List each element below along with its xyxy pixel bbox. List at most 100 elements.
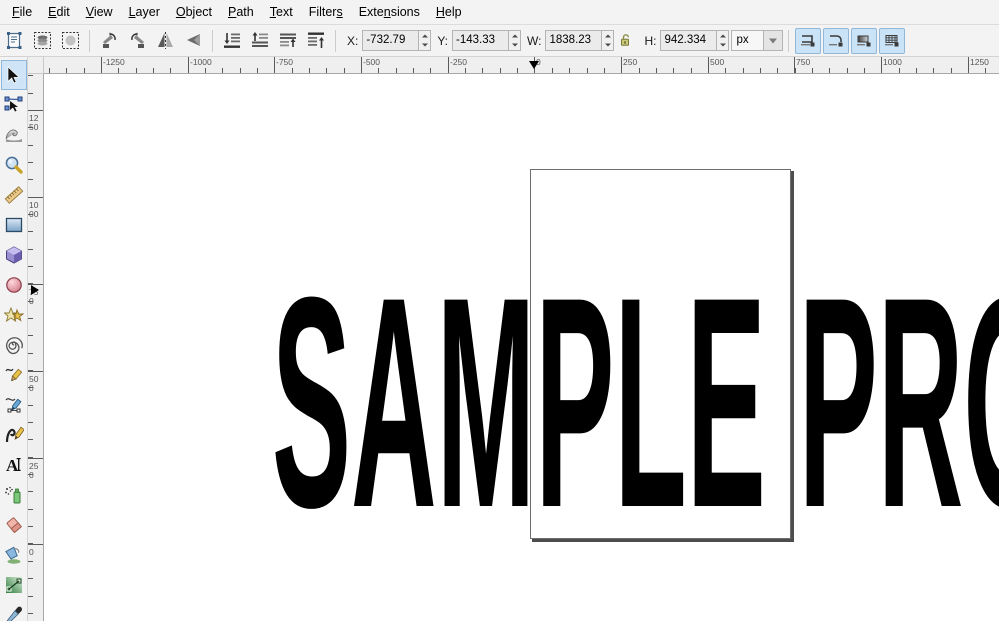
x-field-stepper[interactable] <box>418 30 432 51</box>
menu-item-edit[interactable]: Edit <box>40 1 78 23</box>
menu-item-layer[interactable]: Layer <box>121 1 168 23</box>
ruler-tick <box>28 162 33 163</box>
ruler-tick-major <box>28 544 43 545</box>
pencil-tool[interactable] <box>1 360 27 390</box>
zoom-tool[interactable] <box>1 150 27 180</box>
menu-bar: File Edit View Layer Object Path Text Filters Ex… <box>0 0 999 25</box>
w-field[interactable]: 1838.23 <box>545 30 615 51</box>
y-field-value[interactable]: -143.33 <box>452 30 509 51</box>
scale-rounded-corners-icon[interactable] <box>823 27 850 54</box>
ruler-label: 1000 <box>29 200 39 219</box>
ruler-tick <box>552 68 553 73</box>
select-all-icon[interactable] <box>1 28 27 54</box>
spiral-tool[interactable] <box>1 330 27 360</box>
menu-item-view[interactable]: View <box>78 1 121 23</box>
node-tool[interactable] <box>1 90 27 120</box>
menu-item-object[interactable]: Object <box>168 1 220 23</box>
menu-item-filters[interactable]: Filters <box>301 1 351 23</box>
text-tool[interactable]: A <box>1 450 27 480</box>
ruler-label: 0 <box>29 547 34 557</box>
eraser-tool[interactable] <box>1 510 27 540</box>
menu-item-text[interactable]: Text <box>262 1 301 23</box>
ruler-tick <box>933 68 934 73</box>
ruler-tick <box>396 68 397 73</box>
ruler-tick <box>656 68 657 73</box>
menu-item-path[interactable]: Path <box>220 1 262 23</box>
box3d-tool[interactable] <box>1 240 27 270</box>
flip-vertical-icon[interactable] <box>180 28 206 54</box>
select-all-layers-icon[interactable] <box>29 28 55 54</box>
ruler-tick <box>28 266 33 267</box>
ruler-tick <box>257 68 258 73</box>
ruler-label: 1250 <box>970 57 989 67</box>
chevron-down-icon[interactable] <box>763 30 784 51</box>
rotate-ccw-icon[interactable] <box>96 28 122 54</box>
dropper-tool[interactable] <box>1 600 27 621</box>
y-field[interactable]: -143.33 <box>452 30 522 51</box>
raise-to-top-icon[interactable] <box>303 28 329 54</box>
ruler-tick-major <box>28 458 43 459</box>
h-field-value[interactable]: 942.334 <box>660 30 717 51</box>
ruler-tick <box>951 68 952 73</box>
ruler-tick <box>777 68 778 73</box>
ruler-tick <box>28 439 33 440</box>
ruler-tick <box>413 68 414 73</box>
h-field-stepper[interactable] <box>716 30 730 51</box>
ruler-tick <box>847 68 848 73</box>
move-gradients-icon[interactable] <box>851 27 878 54</box>
w-field-value[interactable]: 1838.23 <box>545 30 602 51</box>
lower-to-bottom-icon[interactable] <box>219 28 245 54</box>
toolbar-separator <box>89 29 90 52</box>
lower-icon[interactable] <box>247 28 273 54</box>
spray-tool[interactable] <box>1 480 27 510</box>
ellipse-tool[interactable] <box>1 270 27 300</box>
menu-item-extensions[interactable]: Extensions <box>351 1 428 23</box>
x-field-value[interactable]: -732.79 <box>362 30 419 51</box>
w-field-stepper[interactable] <box>601 30 615 51</box>
tweak-tool[interactable] <box>1 120 27 150</box>
menu-item-help[interactable]: Help <box>428 1 470 23</box>
ruler-tick <box>28 561 33 562</box>
toolbar-separator <box>335 29 336 52</box>
bucket-tool[interactable] <box>1 540 27 570</box>
scale-stroke-width-icon[interactable] <box>795 27 822 54</box>
ruler-label: -1250 <box>103 57 125 67</box>
measure-tool[interactable] <box>1 180 27 210</box>
y-field-stepper[interactable] <box>508 30 522 51</box>
flip-horizontal-icon[interactable] <box>152 28 178 54</box>
ruler-tick <box>28 335 33 336</box>
ruler-label: 750 <box>796 57 811 67</box>
h-field[interactable]: 942.334 <box>660 30 730 51</box>
bezier-tool[interactable] <box>1 390 27 420</box>
rotate-cw-icon[interactable] <box>124 28 150 54</box>
rectangle-tool[interactable] <box>1 210 27 240</box>
unit-select-value[interactable]: px <box>731 30 764 51</box>
menu-item-file[interactable]: File <box>4 1 40 23</box>
ruler-label: -250 <box>450 57 468 67</box>
ruler-cursor-marker <box>31 285 39 295</box>
ruler-tick <box>222 68 223 73</box>
ruler-tick <box>28 231 33 232</box>
calligraphy-tool[interactable] <box>1 420 27 450</box>
selected-text-object[interactable]: SAMPLE PROJECT <box>272 252 999 552</box>
ruler-corner[interactable] <box>28 57 44 74</box>
x-field[interactable]: -732.79 <box>362 30 432 51</box>
gradient-tool[interactable] <box>1 570 27 600</box>
unit-select[interactable]: px <box>731 30 784 51</box>
vertical-ruler[interactable]: 1250 1000 750 500 250 0 <box>28 74 44 621</box>
lock-aspect-ratio-icon[interactable] <box>615 28 637 54</box>
ruler-tick <box>28 596 33 597</box>
ruler-tick-major <box>28 110 43 111</box>
horizontal-ruler[interactable]: -1250 -1000 -750 -500 -250 0 250 500 750 1000 1250 <box>44 57 999 74</box>
ruler-tick <box>28 179 33 180</box>
ruler-tick <box>465 68 466 73</box>
move-patterns-icon[interactable] <box>879 27 906 54</box>
drawing-canvas[interactable]: SAMPLE PROJECT <box>44 74 999 621</box>
star-tool[interactable] <box>1 300 27 330</box>
deselect-icon[interactable] <box>57 28 83 54</box>
ruler-tick <box>28 578 33 579</box>
raise-icon[interactable] <box>275 28 301 54</box>
selector-tool[interactable] <box>1 60 27 90</box>
ruler-tick <box>344 68 345 73</box>
ruler-tick <box>28 509 33 510</box>
